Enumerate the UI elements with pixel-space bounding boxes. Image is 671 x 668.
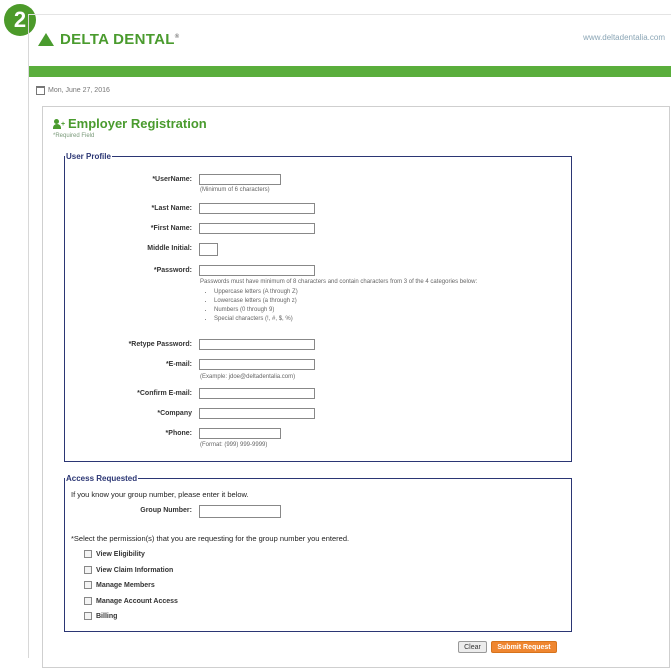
group-number-input[interactable] [199, 505, 281, 518]
delta-dental-logo[interactable]: DELTA DENTAL® [38, 31, 179, 48]
list-item: Lowercase letters (a through z) [214, 297, 298, 306]
retype-password-input[interactable] [199, 339, 315, 350]
user-add-icon: + [53, 118, 65, 129]
first-name-label: *First Name: [150, 225, 192, 232]
password-categories-list: Uppercase letters (A through Z) Lowercas… [204, 288, 298, 324]
email-hint: (Example: jdoe@deltadentalia.com) [200, 374, 296, 380]
middle-initial-label: Middle Initial: [147, 245, 192, 252]
company-label: *Company [157, 410, 192, 417]
username-label: *UserName: [152, 176, 192, 183]
checkbox-label: View Eligibility [96, 550, 145, 558]
retype-password-label: *Retype Password: [128, 341, 192, 348]
calendar-icon [36, 86, 45, 95]
permission-manage-account-access[interactable]: Manage Account Access [84, 597, 178, 605]
site-url-link[interactable]: www.deltadentalia.com [583, 33, 665, 42]
checkbox[interactable] [84, 566, 92, 574]
confirm-email-label: *Confirm E-mail: [137, 390, 192, 397]
list-item: Uppercase letters (A through Z) [214, 288, 298, 297]
checkbox[interactable] [84, 581, 92, 589]
password-rules: Passwords must have minimum of 8 charact… [200, 279, 478, 285]
page-title-text: Employer Registration [68, 116, 207, 131]
checkbox[interactable] [84, 612, 92, 620]
list-item: Special characters (!, #, $, %) [214, 315, 298, 324]
permission-hint: *Select the permission(s) that you are r… [71, 534, 350, 543]
password-input[interactable] [199, 265, 315, 276]
submit-request-button[interactable]: Submit Request [491, 641, 557, 653]
checkbox-label: Billing [96, 612, 118, 620]
date-text: Mon, June 27, 2016 [48, 87, 110, 94]
phone-input[interactable] [199, 428, 281, 439]
checkbox[interactable] [84, 597, 92, 605]
permission-billing[interactable]: Billing [84, 612, 117, 620]
middle-initial-input[interactable] [199, 243, 218, 256]
header-nav-bar [29, 66, 671, 77]
password-label: *Password: [153, 267, 192, 274]
delta-triangle-icon [38, 33, 54, 46]
group-number-hint: If you know your group number, please en… [71, 490, 249, 499]
list-item: Numbers (0 through 9) [214, 306, 298, 315]
first-name-input[interactable] [199, 223, 315, 234]
phone-label: *Phone: [165, 430, 192, 437]
username-hint: (Minimum of 6 characters) [200, 187, 270, 193]
email-input[interactable] [199, 359, 315, 370]
permission-view-claim-information[interactable]: View Claim Information [84, 566, 173, 574]
company-input[interactable] [199, 408, 315, 419]
group-number-label: Group Number: [140, 507, 192, 514]
checkbox[interactable] [84, 550, 92, 558]
required-field-note: *Required Field [53, 133, 95, 139]
logo-text: DELTA DENTAL® [60, 31, 180, 48]
page-title: + Employer Registration [53, 116, 207, 131]
clear-button[interactable]: Clear [458, 641, 487, 653]
email-label: *E-mail: [165, 361, 192, 368]
last-name-label: *Last Name: [151, 205, 192, 212]
access-requested-legend: Access Requested [66, 474, 138, 483]
checkbox-label: Manage Account Access [96, 597, 178, 605]
user-profile-legend: User Profile [66, 152, 111, 161]
last-name-input[interactable] [199, 203, 315, 214]
confirm-email-input[interactable] [199, 388, 315, 399]
checkbox-label: View Claim Information [96, 566, 174, 574]
username-input[interactable] [199, 174, 281, 185]
permission-manage-members[interactable]: Manage Members [84, 581, 155, 589]
checkbox-label: Manage Members [96, 581, 155, 589]
current-date: Mon, June 27, 2016 [36, 86, 110, 95]
permission-view-eligibility[interactable]: View Eligibility [84, 550, 145, 558]
phone-hint: (Format: (999) 999-9999) [200, 442, 268, 448]
